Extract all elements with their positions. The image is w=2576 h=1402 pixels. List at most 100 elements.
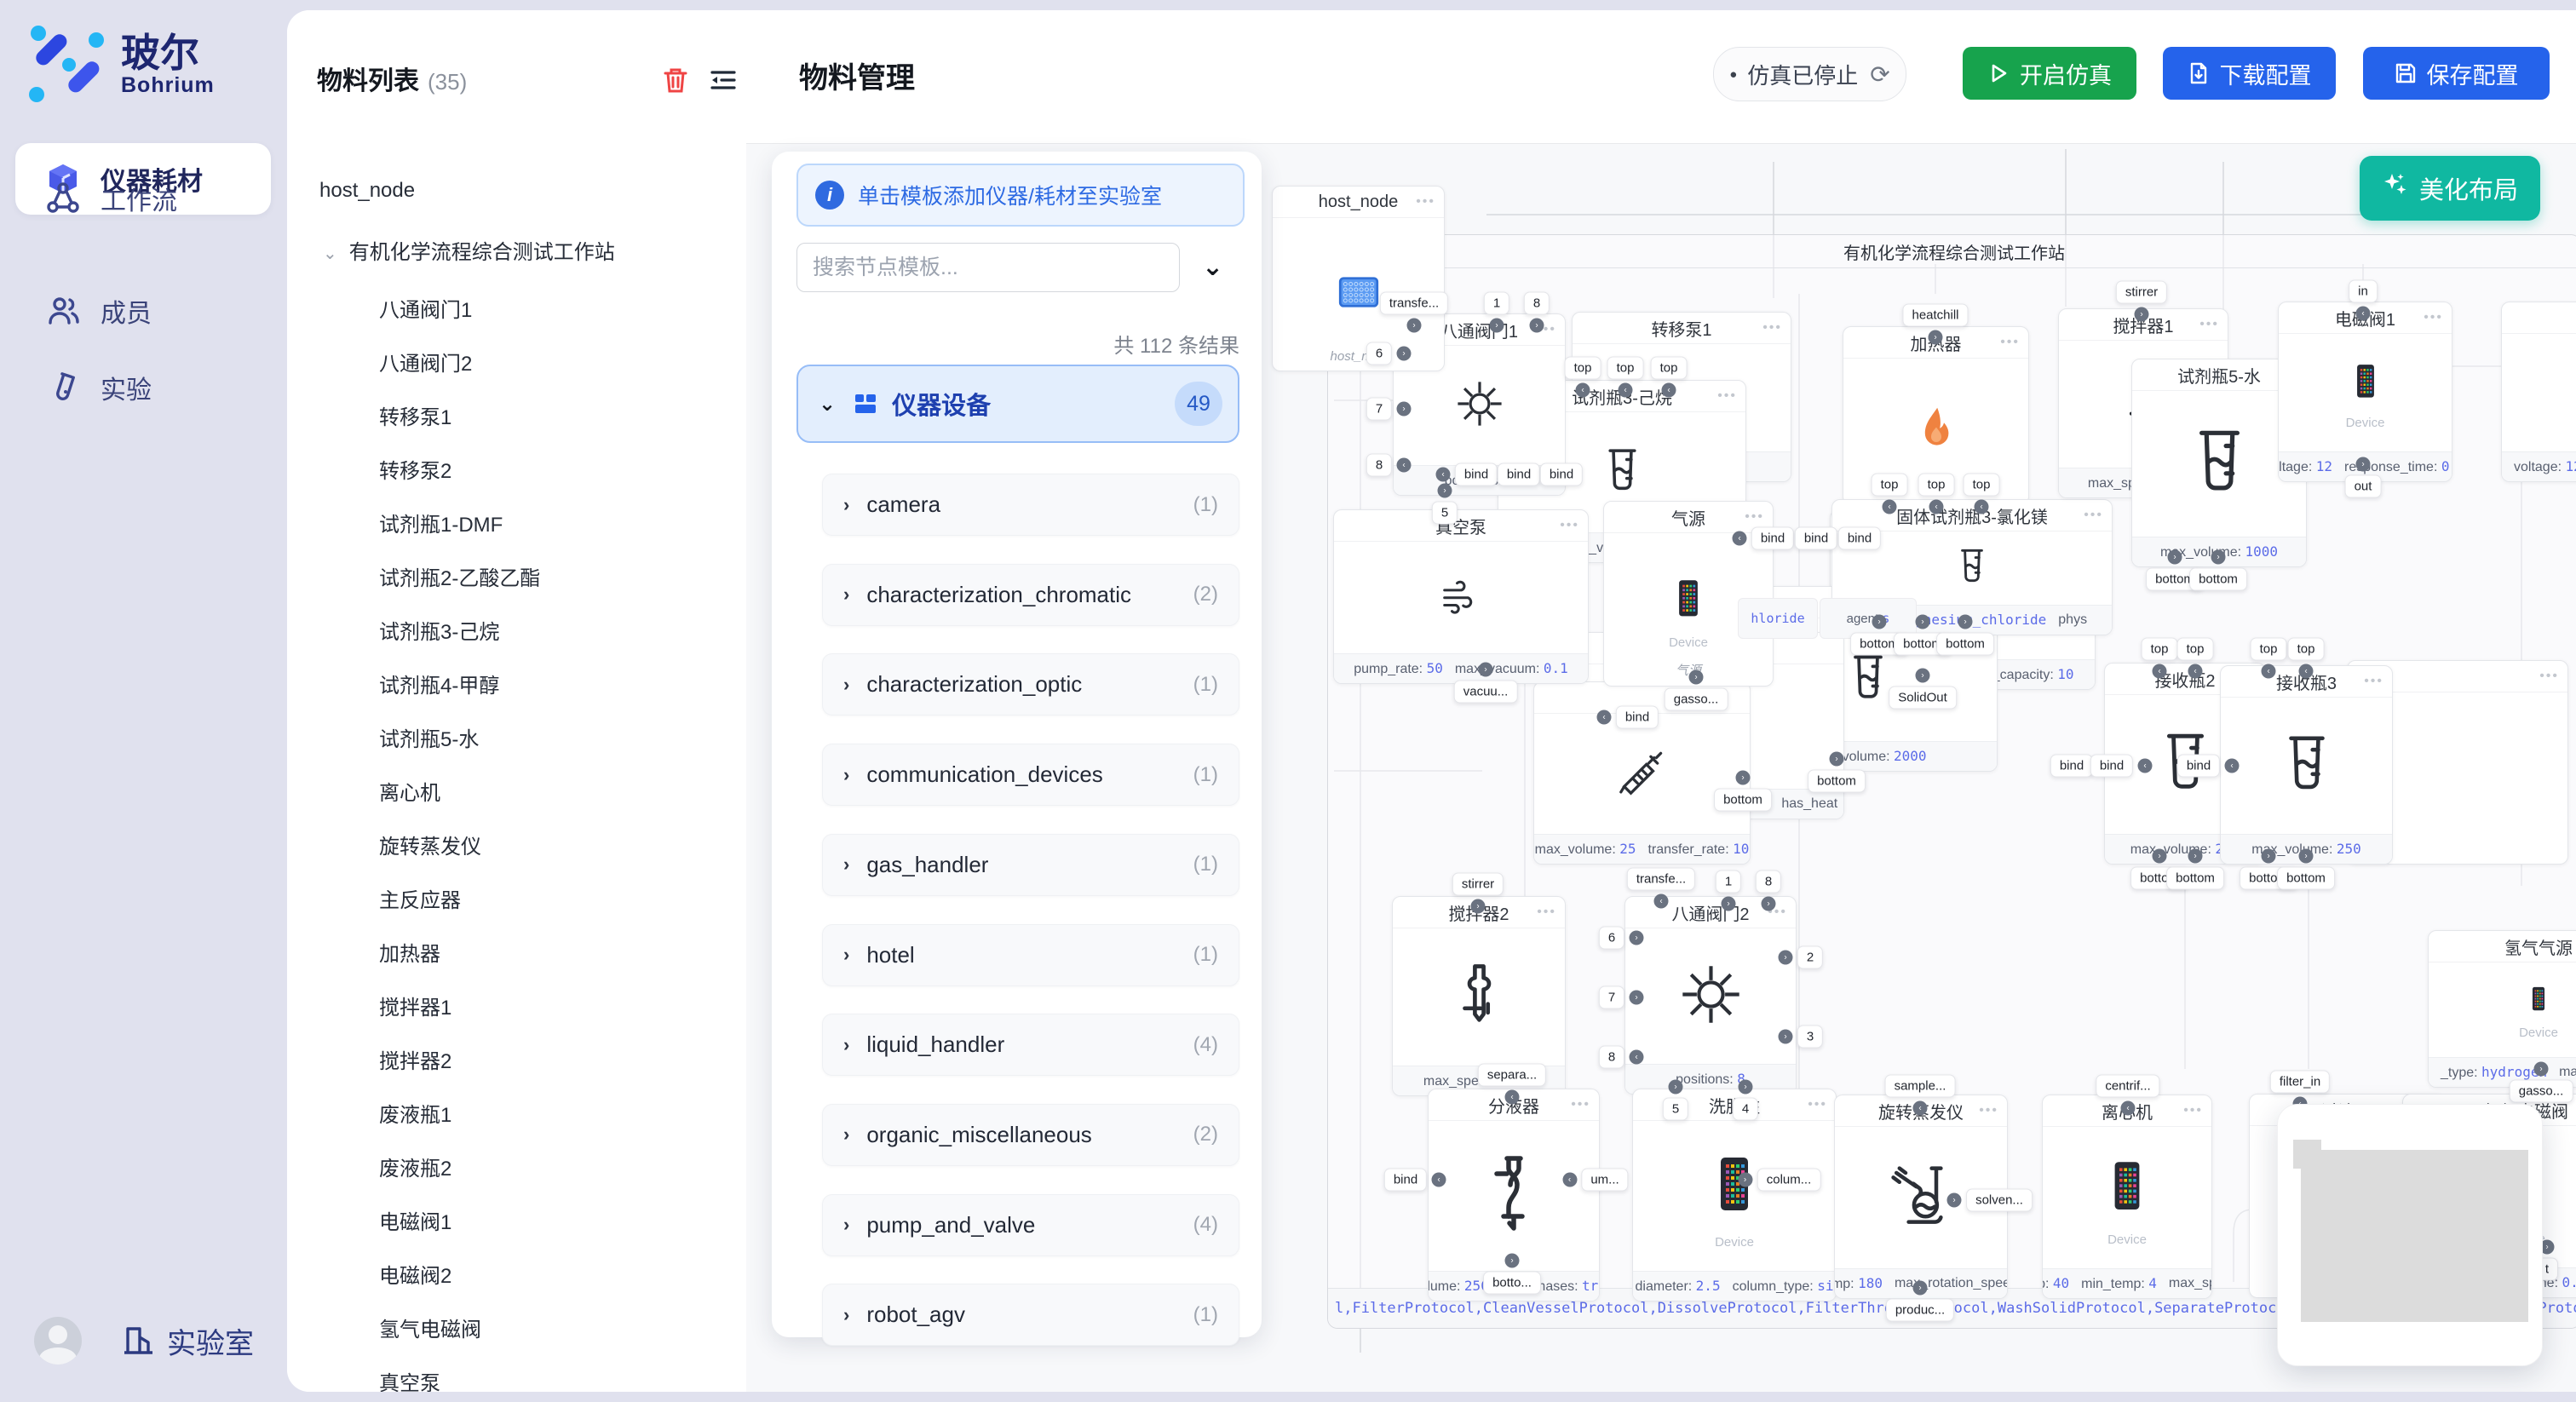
port-stirrer[interactable]: stirrer [1452,873,1504,896]
port-bottom[interactable]: bottom [2189,568,2247,591]
tree-item[interactable]: 氢气电磁阀 [379,1313,481,1342]
node-menu-icon[interactable]: ••• [1745,509,1764,525]
port-connector-dot[interactable]: ‹ [1913,1101,1928,1116]
start-simulation-button[interactable]: 开启仿真 [1963,47,2136,100]
sidebar-item-workflow[interactable]: 工作流 [15,163,271,234]
port-top[interactable]: top [1607,357,1644,380]
node-menu-icon[interactable]: ••• [2199,317,2219,332]
port-connector-dot[interactable]: › [1779,951,1793,965]
node-menu-icon[interactable]: ••• [2539,669,2559,684]
port-transfe...[interactable]: transfe... [1627,868,1695,891]
node-电磁阀1[interactable]: 电磁阀1•••Devicevoltage: 12response_time: 0… [2278,302,2452,482]
port-connector-dot[interactable]: ‹ [1975,500,1989,514]
port-connector-dot[interactable]: ‹ [2153,664,2167,679]
node-洗脱柱[interactable]: 洗脱柱•••Devicediameter: 2.5column_type: si [1632,1089,1837,1301]
tree-item[interactable]: 试剂瓶5-水 [379,722,479,752]
category-row-organic_miscellaneous[interactable]: ›organic_miscellaneous(2) [822,1104,1239,1166]
port-connector-dot[interactable]: › [1916,615,1930,629]
port-connector-dot[interactable]: ‹ [1929,500,1944,514]
node-气源[interactable]: 气源•••Device气源 [1603,501,1774,687]
port-out[interactable]: out [2345,475,2382,498]
port-bottom[interactable]: bottom [1808,770,1866,793]
node-menu-icon[interactable]: ••• [1762,320,1782,336]
port-connector-dot[interactable]: › [1397,347,1412,361]
category-row-liquid_handler[interactable]: ›liquid_handler(4) [822,1014,1239,1076]
tree-item[interactable]: 搅拌器1 [379,991,451,1020]
collapse-list-icon[interactable] [708,65,739,100]
port-connector-dot[interactable]: ‹ [1883,500,1897,514]
port-heatchill[interactable]: heatchill [1902,304,1968,327]
node-八通阀门2[interactable]: 八通阀门2•••positions: 8 [1624,896,1797,1095]
port-bind[interactable]: bind [1498,463,1540,486]
port-botto...[interactable]: botto... [1483,1272,1541,1295]
port-centrif...[interactable]: centrif... [2096,1075,2159,1098]
sidebar-item-members[interactable]: 成员 [15,275,271,347]
tree-item[interactable]: 八通阀门1 [379,293,472,323]
port-gasso...[interactable]: gasso... [2510,1080,2573,1103]
port-connector-dot[interactable]: › [1722,897,1736,911]
port-connector-dot[interactable]: › [1630,931,1644,945]
port-connector-dot[interactable]: › [1407,319,1422,333]
port-3[interactable]: 3 [1797,1026,1823,1049]
port-connector-dot[interactable]: ‹ [1654,894,1669,909]
port-1[interactable]: 1 [1484,292,1509,315]
port-7[interactable]: 7 [1366,398,1392,421]
node-menu-icon[interactable]: ••• [1979,1103,1998,1118]
port-connector-dot[interactable]: › [1630,991,1644,1005]
port-connector-dot[interactable]: › [2135,307,2149,322]
simulation-status-pill[interactable]: ● 仿真已停止 ⟳ [1713,47,1906,101]
port-5[interactable]: 5 [1432,502,1458,525]
port-connector-dot[interactable]: › [1929,330,1943,345]
node-真空泵[interactable]: 真空泵•••pump_rate: 50max_vacuum: 0.1 [1333,509,1589,684]
port-connector-dot[interactable]: › [1505,1254,1520,1268]
sidebar-item-laboratory[interactable]: 实验室 [121,1320,254,1362]
port-connector-dot[interactable]: › [1913,1281,1928,1296]
port-in[interactable]: in [2349,280,2378,303]
port-bind[interactable]: bind [1795,527,1837,550]
port-top[interactable]: top [1964,474,2000,497]
port-6[interactable]: 6 [1366,342,1392,365]
port-connector-dot[interactable]: ‹ [1662,383,1676,398]
node-card[interactable]: voltage: 12 [2501,302,2576,482]
port-top[interactable]: top [1872,474,1908,497]
port-separa...[interactable]: separa... [1478,1064,1546,1087]
port-connector-dot[interactable]: › [1471,899,1486,914]
port-8[interactable]: 8 [1599,1046,1624,1069]
tree-item[interactable]: 电磁阀1 [379,1205,451,1235]
category-row-characterization_chromatic[interactable]: ›characterization_chromatic(2) [822,564,1239,626]
sidebar-item-experiments[interactable]: 实验 [15,352,271,423]
port-bind[interactable]: bind [1540,463,1583,486]
port-connector-dot[interactable]: ‹ [1436,468,1451,482]
port-bind[interactable]: bind [1751,527,1794,550]
port-gasso...[interactable]: gasso... [1665,688,1728,711]
port-bottom[interactable]: bottom [2277,867,2335,890]
port-5[interactable]: 5 [1663,1098,1688,1121]
node-menu-icon[interactable]: ••• [1808,1097,1827,1112]
port-top[interactable]: top [2177,638,2214,661]
port-solven...[interactable]: solven... [1966,1189,2033,1212]
port-connector-dot[interactable]: › [2262,849,2276,864]
port-vacuu...[interactable]: vacuu... [1454,681,1518,704]
port-connector-dot[interactable]: › [1530,319,1544,333]
port-SolidOut[interactable]: SolidOut [1889,687,1957,710]
tree-item[interactable]: 真空泵 [379,1366,440,1392]
category-row-camera[interactable]: ›camera(1) [822,474,1239,536]
node-menu-icon[interactable]: ••• [2424,310,2443,325]
port-bind[interactable]: bind [2177,755,2220,778]
port-top[interactable]: top [2142,638,2178,661]
tree-item[interactable]: 试剂瓶4-甲醇 [379,669,499,698]
port-top[interactable]: top [2251,638,2287,661]
node-离心机[interactable]: 离心机•••Devicetemp: 40min_temp: 4max_speed [2042,1095,2212,1299]
node-分液器[interactable]: 分液器•••volume: 250has_phases: true [1428,1089,1600,1301]
port-bind[interactable]: bind [1838,527,1881,550]
port-7[interactable]: 7 [1599,986,1624,1009]
category-instruments[interactable]: ⌄ 仪器设备 49 [796,365,1239,443]
port-connector-dot[interactable]: ‹ [2225,759,2240,773]
tree-item[interactable]: 试剂瓶3-己烷 [379,615,499,645]
port-connector-dot[interactable]: ‹ [2121,1101,2136,1116]
port-8[interactable]: 8 [1366,454,1392,477]
port-connector-dot[interactable]: ‹ [1597,710,1612,725]
node-menu-icon[interactable]: ••• [1416,194,1435,210]
port-connector-dot[interactable]: › [1779,1030,1793,1044]
port-connector-dot[interactable]: ‹ [1432,1173,1446,1187]
